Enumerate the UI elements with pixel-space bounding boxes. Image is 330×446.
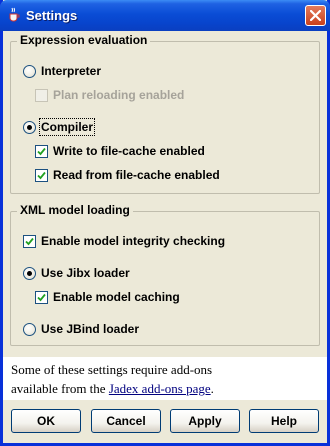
radio-button[interactable] (23, 322, 36, 336)
write-cache-label: Write to file-cache enabled (53, 144, 205, 158)
jbind-radio[interactable]: Use JBind loader (23, 322, 139, 336)
plan-reloading-label: Plan reloading enabled (53, 88, 185, 102)
interpreter-radio[interactable]: Interpreter (23, 64, 101, 78)
addons-note: Some of these settings require add-ons a… (3, 357, 327, 400)
checkmark-icon (37, 171, 46, 179)
jbind-label: Use JBind loader (41, 322, 140, 336)
caching-checkbox[interactable]: Enable model caching (35, 290, 180, 304)
compiler-label: Compiler (38, 118, 96, 136)
read-cache-checkbox[interactable]: Read from file-cache enabled (35, 168, 220, 182)
write-cache-checkbox[interactable]: Write to file-cache enabled (35, 144, 205, 158)
integrity-checkbox[interactable]: Enable model integrity checking (23, 234, 225, 248)
checkbox[interactable] (35, 290, 48, 304)
caching-label: Enable model caching (53, 290, 180, 304)
read-cache-label: Read from file-cache enabled (53, 168, 220, 182)
jibx-label: Use Jibx loader (41, 266, 130, 280)
group-title: XML model loading (17, 203, 133, 217)
note-line-1: Some of these settings require add-ons (11, 362, 213, 377)
compiler-radio[interactable]: Compiler (23, 118, 96, 136)
help-button[interactable]: Help (249, 409, 319, 433)
jibx-radio[interactable]: Use Jibx loader (23, 266, 130, 280)
checkbox[interactable] (35, 144, 48, 158)
window-title: Settings (26, 8, 78, 23)
radio-button[interactable] (23, 266, 36, 280)
close-button[interactable] (305, 5, 326, 26)
integrity-label: Enable model integrity checking (41, 234, 226, 248)
group-title: Expression evaluation (17, 33, 151, 47)
checkmark-icon (37, 147, 46, 155)
cancel-button[interactable]: Cancel (91, 409, 161, 433)
checkbox[interactable] (35, 168, 48, 182)
checkbox[interactable] (23, 234, 36, 248)
note-line-2: available from the Jadex add-ons page. (11, 379, 319, 398)
addons-page-link[interactable]: Jadex add-ons page (109, 381, 211, 396)
radio-button[interactable] (23, 120, 36, 134)
plan-reloading-checkbox[interactable]: Plan reloading enabled (35, 88, 184, 102)
note-prefix: available from the (11, 381, 109, 396)
java-cup-icon (9, 7, 20, 22)
title-bar[interactable]: Settings (0, 0, 330, 31)
xml-model-loading-group: XML model loading Enable model integrity… (10, 203, 320, 346)
interpreter-label: Interpreter (41, 64, 102, 78)
radio-button[interactable] (23, 64, 36, 78)
ok-button[interactable]: OK (11, 409, 81, 433)
settings-dialog: Settings Expression evaluation Interpret… (0, 0, 330, 446)
apply-button[interactable]: Apply (170, 409, 240, 433)
checkbox[interactable] (35, 88, 48, 102)
note-suffix: . (210, 381, 214, 396)
expression-evaluation-group: Expression evaluation Interpreter Plan r… (10, 33, 320, 194)
close-icon (310, 10, 321, 21)
checkmark-icon (37, 293, 46, 301)
checkmark-icon (25, 237, 34, 245)
